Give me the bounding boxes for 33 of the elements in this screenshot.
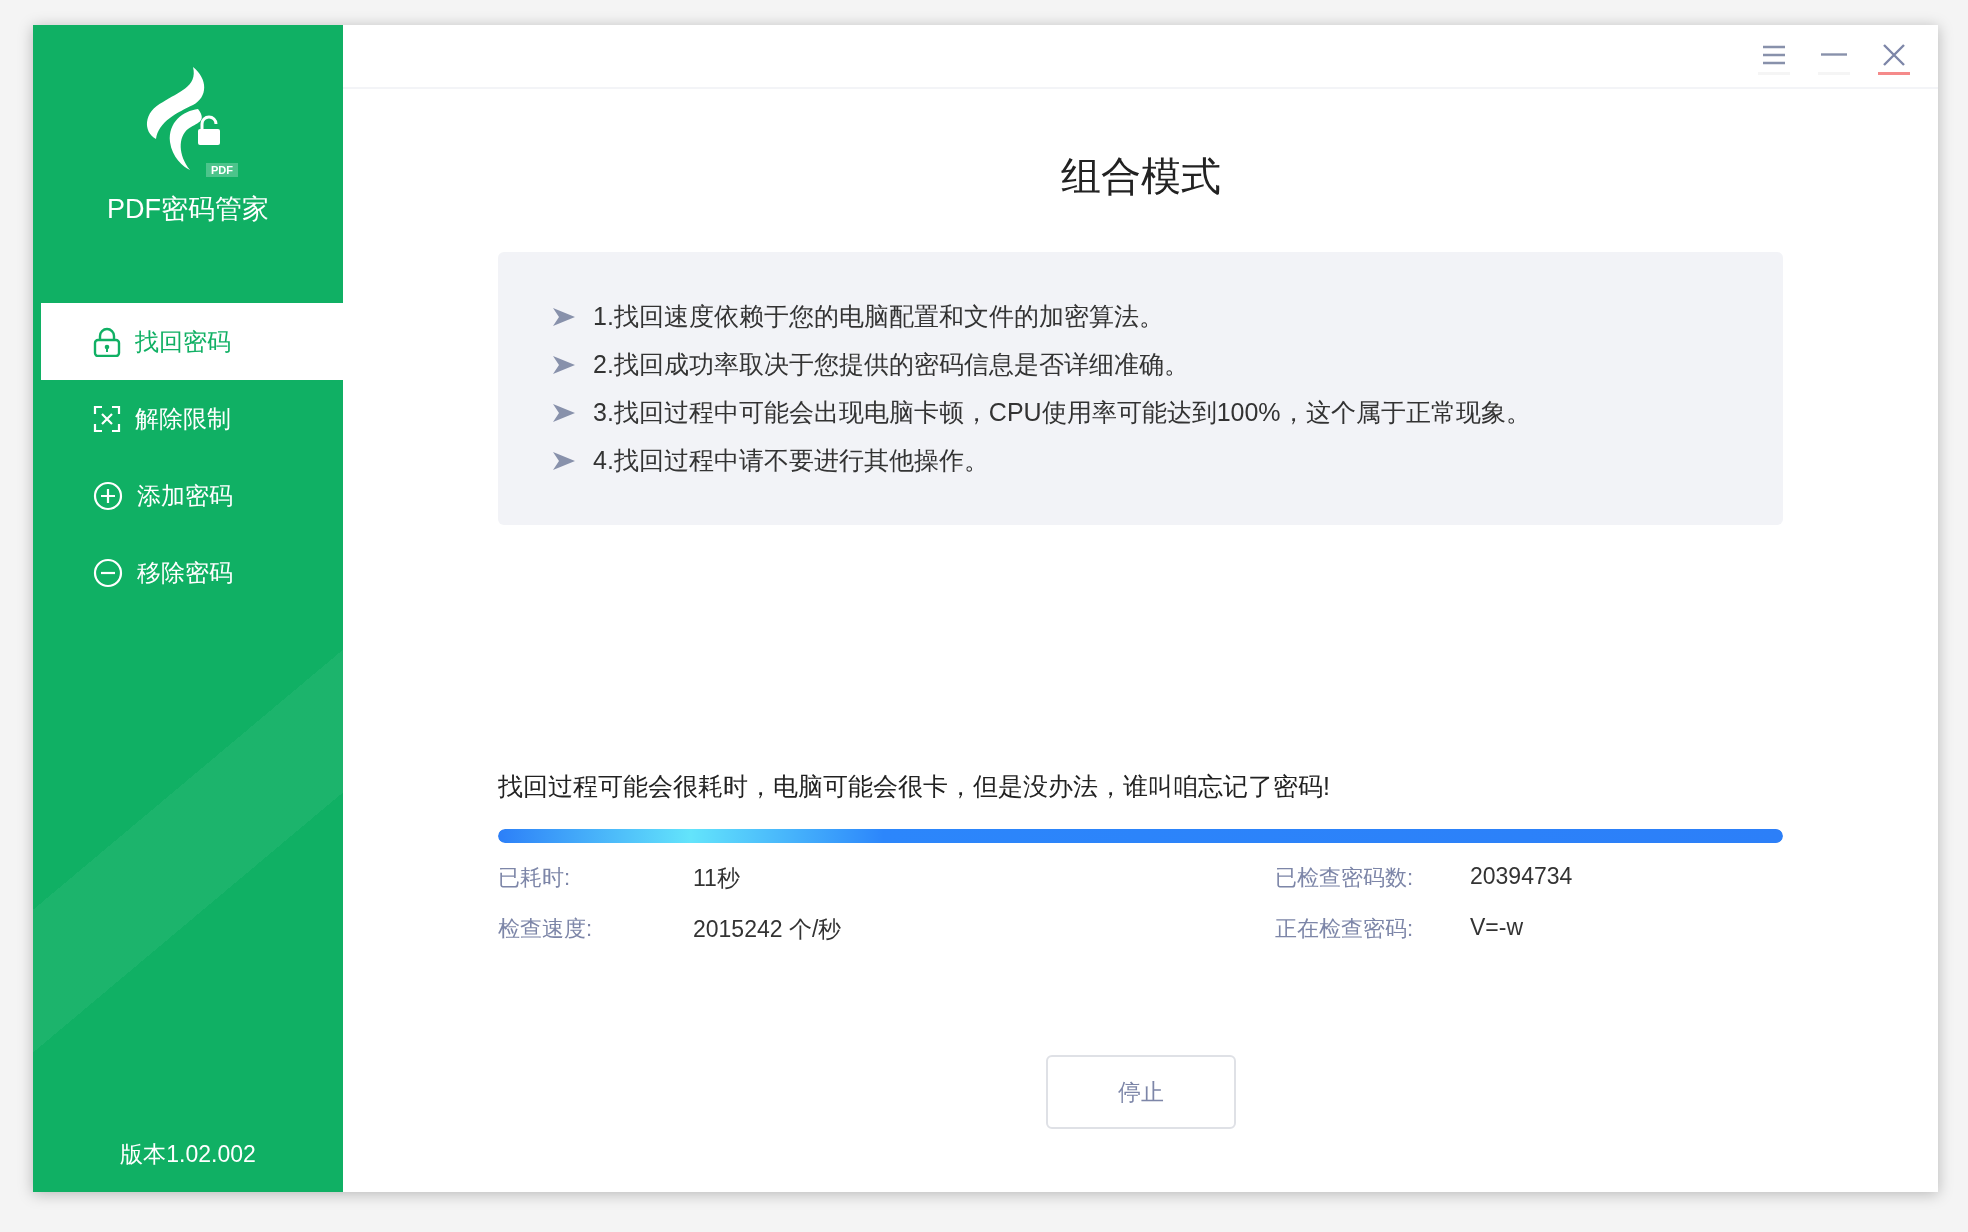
page-title: 组合模式 — [1059, 153, 1222, 200]
minimize-icon — [1821, 53, 1847, 56]
arrowhead-icon — [553, 307, 575, 326]
note-text: 4.找回过程中请不要进行其他操作。 — [593, 445, 989, 476]
arrowhead-icon — [553, 403, 575, 422]
close-icon — [1881, 42, 1907, 67]
stat-value: 2015242 个/秒 — [693, 915, 843, 944]
note-text: 2.找回成功率取决于您提供的密码信息是否详细准确。 — [593, 349, 1189, 380]
sidebar-item[interactable]: 移除密码 — [41, 534, 343, 611]
stat-label: 正在检查密码: — [1275, 915, 1415, 943]
arrowhead-icon — [553, 451, 575, 470]
note-text: 1.找回速度依赖于您的电脑配置和文件的加密算法。 — [593, 301, 1164, 332]
pdf-badge: PDF — [206, 163, 238, 177]
stat-value: 11秒 — [693, 864, 741, 893]
stat-value: V=-w — [1470, 914, 1525, 942]
stat-label: 检查速度: — [498, 915, 594, 943]
sidebar-item[interactable]: 添加密码 — [41, 457, 343, 534]
stat-label: 已耗时: — [498, 864, 572, 892]
arrowhead-icon — [553, 355, 575, 374]
app-name: PDF密码管家 — [107, 193, 269, 226]
stat-label: 已检查密码数: — [1275, 864, 1415, 892]
sidebar-item[interactable]: 找回密码 — [41, 303, 343, 380]
version-label: 版本1.02.002 — [119, 1140, 257, 1169]
progress-message: 找回过程可能会很耗时，电脑可能会很卡，但是没办法，谁叫咱忘记了密码! — [498, 771, 1331, 802]
minus-circle-icon — [93, 557, 123, 588]
stat-value: 20394734 — [1470, 863, 1574, 891]
lock-icon — [93, 326, 121, 357]
expand-x-icon — [93, 404, 121, 433]
note-text: 3.找回过程中可能会出现电脑卡顿，CPU使用率可能达到100%，这个属于正常现象。 — [593, 397, 1531, 428]
menu-icon — [1761, 43, 1787, 66]
sidebar-item[interactable]: 解除限制 — [41, 380, 343, 457]
plus-circle-icon — [93, 480, 123, 511]
stop-button[interactable]: 停止 — [1045, 1055, 1236, 1129]
